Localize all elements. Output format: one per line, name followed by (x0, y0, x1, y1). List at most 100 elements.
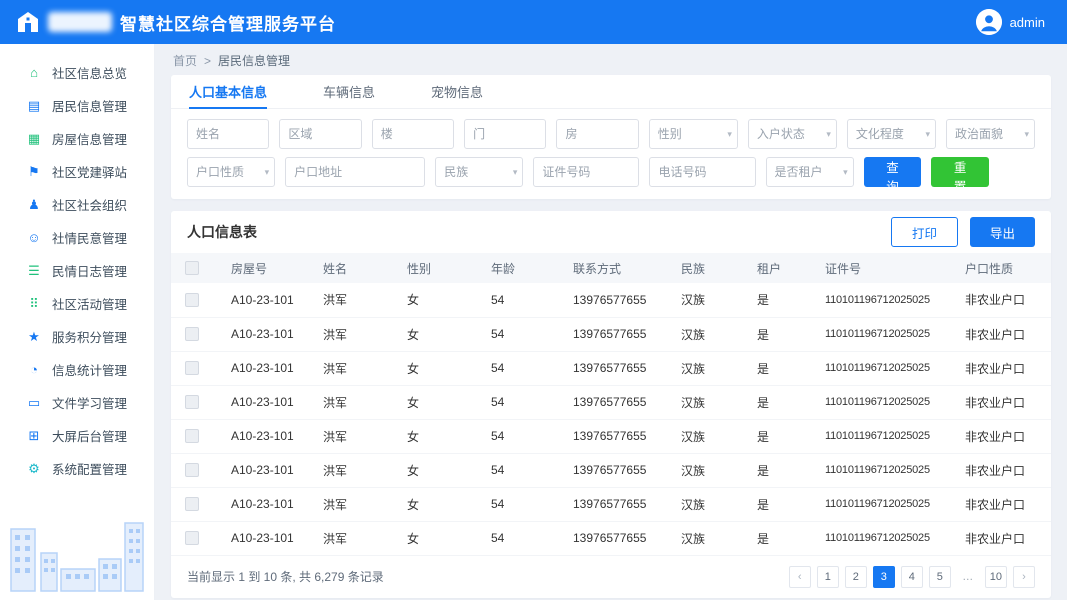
reset-button[interactable]: 重置 (931, 157, 989, 194)
table-row[interactable]: A10-23-101 洪军 女 54 13976577655 汉族 是 1101… (171, 487, 1051, 522)
table-row[interactable]: A10-23-101 洪军 女 54 13976577655 汉族 是 1101… (171, 419, 1051, 454)
tab-bar: 人口基本信息 车辆信息 宠物信息 (171, 75, 1051, 109)
page-button[interactable]: 5 (928, 565, 951, 588)
filter-input[interactable] (187, 157, 276, 187)
row-checkbox[interactable] (185, 429, 199, 444)
row-checkbox[interactable] (185, 463, 199, 478)
row-checkbox[interactable] (185, 327, 199, 342)
tab-pet-info[interactable]: 宠物信息 (431, 75, 483, 109)
column-header: 联系方式 (565, 253, 673, 283)
filter-input[interactable] (279, 119, 362, 149)
sidebar-item-document-study[interactable]: ▭ 文件学习管理 (0, 386, 154, 419)
filter-input[interactable] (464, 119, 547, 149)
print-button[interactable]: 打印 (890, 217, 958, 247)
tab-vehicle-info[interactable]: 车辆信息 (323, 75, 375, 109)
filter-input[interactable] (648, 119, 738, 149)
filter-input[interactable] (747, 119, 837, 149)
table-row[interactable]: A10-23-101 洪军 女 54 13976577655 汉族 是 1101… (171, 351, 1051, 386)
sidebar-item-overview[interactable]: ⌂ 社区信息总览 (0, 56, 154, 89)
row-checkbox[interactable] (185, 293, 199, 308)
filter-input[interactable] (556, 119, 639, 149)
filter-input[interactable] (649, 157, 756, 187)
cell-ethnicity: 汉族 (673, 385, 749, 420)
sidebar-item-party-station[interactable]: ⚑ 社区党建驿站 (0, 155, 154, 188)
table-row[interactable]: A10-23-101 洪军 女 54 13976577655 汉族 是 1101… (171, 385, 1051, 420)
cell-gender: 女 (399, 419, 483, 454)
table-row[interactable]: A10-23-101 洪军 女 54 13976577655 汉族 是 1101… (171, 453, 1051, 488)
cell-household-type: 非农业户口 (957, 351, 1051, 386)
filter-input[interactable] (435, 157, 524, 187)
sidebar-item-public-opinion[interactable]: ☺ 社情民意管理 (0, 221, 154, 254)
page-button[interactable]: 3 (872, 565, 895, 588)
cell-name: 洪军 (315, 487, 399, 522)
sidebar-item-service-points[interactable]: ★ 服务积分管理 (0, 320, 154, 353)
cell-household-type: 非农业户口 (957, 317, 1051, 352)
export-button[interactable]: 导出 (969, 217, 1035, 247)
cell-phone: 13976577655 (565, 351, 673, 386)
filter-input[interactable] (765, 157, 854, 187)
sidebar-item-social-org[interactable]: ♟ 社区社会组织 (0, 188, 154, 221)
sidebar-item-label: 社区社会组织 (52, 199, 128, 213)
prev-page-button[interactable]: ‹ (788, 565, 811, 588)
sidebar-item-label: 服务积分管理 (52, 331, 128, 345)
sidebar-item-civil-log[interactable]: ☰ 民情日志管理 (0, 254, 154, 287)
select-all-checkbox[interactable] (185, 261, 199, 276)
page-button[interactable]: 4 (900, 565, 923, 588)
cell-name: 洪军 (315, 351, 399, 386)
id-number-filter: ▾ (533, 157, 640, 187)
overview-icon: ⌂ (30, 65, 38, 80)
user-menu[interactable]: admin (975, 9, 1045, 35)
row-checkbox[interactable] (185, 361, 199, 376)
page-button[interactable]: 2 (844, 565, 867, 588)
cell-tenant: 是 (749, 283, 817, 318)
filter-input[interactable] (533, 157, 640, 187)
records-summary: 当前显示 1 到 10 条, 共 6,279 条记录 (187, 570, 384, 584)
cell-house-no: A10-23-101 (223, 317, 315, 352)
breadcrumb-home[interactable]: 首页 (173, 52, 197, 69)
journal-icon: ☰ (28, 263, 40, 278)
page-button[interactable]: 1 (816, 565, 839, 588)
column-header: 性别 (399, 253, 483, 283)
table-row[interactable]: A10-23-101 洪军 女 54 13976577655 汉族 是 1101… (171, 317, 1051, 352)
cell-name: 洪军 (315, 385, 399, 420)
sidebar-item-statistics[interactable]: ◔ 信息统计管理 (0, 353, 154, 386)
sidebar-item-activity[interactable]: ⠿ 社区活动管理 (0, 287, 154, 320)
filter-input[interactable] (285, 157, 426, 187)
column-header: 年龄 (483, 253, 565, 283)
sidebar-item-house-info[interactable]: ▦ 房屋信息管理 (0, 122, 154, 155)
table-row[interactable]: A10-23-101 洪军 女 54 13976577655 汉族 是 1101… (171, 283, 1051, 318)
sidebar-item-resident-info[interactable]: ▤ 居民信息管理 (0, 89, 154, 122)
room-filter: ▾ (556, 119, 639, 149)
filter-input[interactable] (187, 119, 270, 149)
search-button[interactable]: 查询 (863, 157, 922, 194)
cell-name: 洪军 (315, 317, 399, 352)
next-page-button[interactable]: › (1013, 565, 1035, 588)
cell-id-number: 110101196712025025 (817, 419, 957, 454)
filter-input[interactable] (945, 119, 1036, 149)
cell-house-no: A10-23-101 (223, 385, 315, 420)
cell-phone: 13976577655 (565, 453, 673, 488)
cell-age: 54 (483, 351, 565, 386)
breadcrumb-separator: > (204, 53, 212, 68)
cell-phone: 13976577655 (565, 487, 673, 522)
gear-icon: ⚙ (28, 461, 40, 476)
tenant-select: ▾ (765, 157, 854, 187)
cell-tenant: 是 (749, 487, 817, 522)
row-checkbox[interactable] (185, 531, 199, 546)
sidebar-item-screen-admin[interactable]: ⊞ 大屏后台管理 (0, 419, 154, 452)
page-button[interactable]: … (957, 566, 979, 588)
row-checkbox[interactable] (185, 395, 199, 410)
education-select: ▾ (846, 119, 936, 149)
logo-text-redacted (48, 12, 112, 32)
sidebar-item-system-config[interactable]: ⚙ 系统配置管理 (0, 452, 154, 485)
filter-input[interactable] (371, 119, 455, 149)
row-checkbox[interactable] (185, 497, 199, 512)
cell-name: 洪军 (315, 521, 399, 556)
resident-card-icon: ▤ (27, 98, 41, 113)
table-row[interactable]: A10-23-101 洪军 女 54 13976577655 汉族 是 1101… (171, 521, 1051, 556)
tab-population-info[interactable]: 人口基本信息 (189, 75, 268, 109)
filter-input[interactable] (846, 119, 936, 149)
sidebar: ⌂ 社区信息总览 ▤ 居民信息管理 ▦ 房屋信息管理 ⚑ 社区党建驿站 ♟ 社区… (0, 44, 155, 600)
page-button[interactable]: 10 (984, 565, 1007, 588)
filter-row-1: ▾ ▾ ▾ (187, 119, 1036, 149)
